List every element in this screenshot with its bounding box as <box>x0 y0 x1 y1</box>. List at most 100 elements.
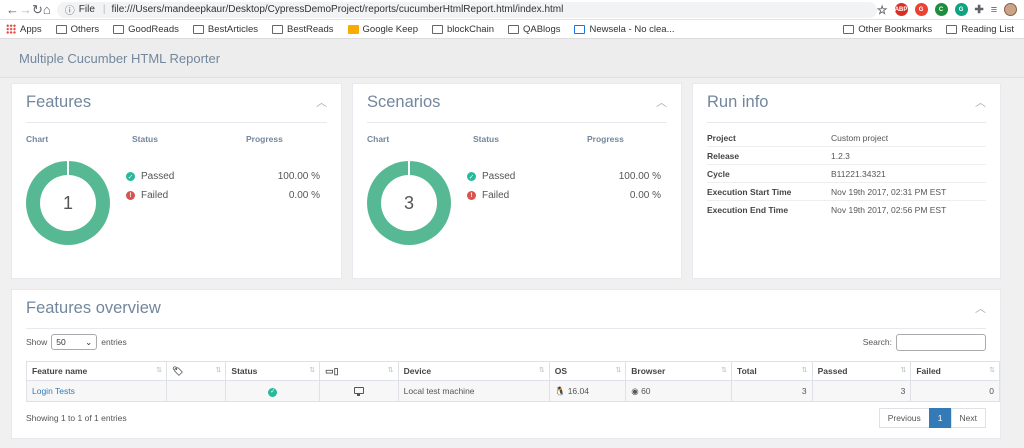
title-divider <box>26 328 986 329</box>
google-extension-icon[interactable]: G <box>914 3 928 16</box>
sort-icon: ⇅ <box>215 366 222 374</box>
linux-icon: 🐧 <box>554 385 566 396</box>
chrome-icon: ◉ <box>631 385 639 396</box>
puzzle-extensions-icon[interactable]: ✚ <box>975 3 984 16</box>
show-label: Show <box>26 337 48 347</box>
browser-toolbar: ← → ↻ ⌂ ⓘ File | file:///Users/mandeepka… <box>0 0 1024 20</box>
run-info-key: Execution End Time <box>707 205 789 215</box>
next-button[interactable]: Next <box>950 408 986 428</box>
overview-title: Features overview <box>26 299 161 317</box>
cell-os: 🐧 16.04 <box>548 380 627 402</box>
scenarios-panel: Scenarios ︿ Chart Status Progress 3 ✓ Pa… <box>352 83 682 279</box>
collapse-chevron-icon[interactable]: ︿ <box>316 94 327 110</box>
sort-icon: ⇅ <box>309 367 316 374</box>
bookmark-google-keep[interactable]: Google Keep <box>347 24 418 35</box>
run-info-key: Execution Start Time <box>707 186 792 197</box>
col-total[interactable]: Total ⇅ <box>731 361 813 381</box>
cell-status: ✓ <box>225 380 321 402</box>
keep-icon <box>347 24 359 34</box>
features-overview-panel: Features overview ︿ Show 50 ⌄ entries Se… <box>11 289 1001 439</box>
table-footer: Showing 1 to 1 of 1 entries Previous 1 N… <box>26 408 986 428</box>
col-feature-name[interactable]: Feature name ⇅ <box>26 361 167 381</box>
scenarios-title: Scenarios <box>367 93 441 111</box>
scenarios-passed-row: ✓ Passed 100.00 % <box>467 171 661 182</box>
bookmark-qablogs[interactable]: QABlogs <box>507 24 560 35</box>
col-device-type[interactable]: ▭▯ ⇅ <box>319 361 399 381</box>
entries-value: 50 <box>56 337 66 347</box>
features-count: 1 <box>40 175 96 231</box>
run-info-value: 1.2.3 <box>831 150 850 161</box>
table-header-row: Feature name ⇅ 🏷 ⇅ Status ⇅ ▭▯ ⇅ Device ⇅ OS ⇅… <box>26 361 1000 381</box>
scenarios-count: 3 <box>381 175 437 231</box>
check-circle-icon: ✓ <box>126 172 135 181</box>
table-row: Login Tests ✓ Local test machine 🐧 16.04… <box>26 380 1000 402</box>
failed-label: Failed <box>141 190 169 201</box>
folder-icon <box>843 24 855 34</box>
chart-header: Chart <box>26 134 49 144</box>
col-tags[interactable]: 🏷 ⇅ <box>165 361 227 381</box>
address-separator: | <box>102 4 106 15</box>
col-passed[interactable]: Passed ⇅ <box>811 361 912 381</box>
feature-link[interactable]: Login Tests <box>32 386 75 396</box>
media-queue-icon[interactable]: ≡ <box>991 3 997 16</box>
col-device[interactable]: Device ⇅ <box>397 361 550 381</box>
profile-avatar[interactable] <box>1004 3 1018 16</box>
run-info-row-start: Execution Start Time Nov 19th 2017, 02:3… <box>707 183 986 201</box>
folder-icon <box>113 24 125 34</box>
bookmark-newsela[interactable]: Newsela - No clea... <box>574 24 675 35</box>
page-1-button[interactable]: 1 <box>928 408 952 428</box>
bookmark-others[interactable]: Others <box>55 24 99 35</box>
bookmarks-right: Other Bookmarks Reading List <box>843 24 1018 35</box>
col-os[interactable]: OS ⇅ <box>548 361 627 381</box>
sort-icon: ⇅ <box>900 367 907 374</box>
col-status[interactable]: Status ⇅ <box>225 361 321 381</box>
app-header: Multiple Cucumber HTML Reporter <box>0 39 1024 78</box>
collapse-chevron-icon[interactable]: ︿ <box>975 300 986 316</box>
back-arrow-icon[interactable]: ← <box>6 1 19 19</box>
features-table: Feature name ⇅ 🏷 ⇅ Status ⇅ ▭▯ ⇅ Device ⇅ OS ⇅… <box>26 361 1000 402</box>
reload-icon[interactable]: ↻ <box>32 1 43 19</box>
bookmark-bestarticles[interactable]: BestArticles <box>192 24 258 35</box>
grammarly-extension-icon[interactable]: G <box>954 3 968 16</box>
c-extension-icon[interactable]: C <box>934 3 948 16</box>
search-input[interactable] <box>896 333 986 351</box>
home-icon[interactable]: ⌂ <box>43 1 51 19</box>
failed-value: 0.00 % <box>629 190 661 201</box>
run-info-row-end: Execution End Time Nov 19th 2017, 02:56 … <box>707 201 986 219</box>
col-browser[interactable]: Browser ⇅ <box>625 361 733 381</box>
bookmark-apps[interactable]: Apps <box>6 24 42 35</box>
forward-arrow-icon[interactable]: → <box>19 1 32 19</box>
progress-header: Progress <box>587 134 624 144</box>
bookmark-star-icon[interactable]: ☆ <box>877 3 888 17</box>
title-divider <box>26 122 327 123</box>
cell-total: 3 <box>731 380 813 402</box>
col-failed[interactable]: Failed ⇅ <box>910 361 1000 381</box>
run-info-key: Release <box>707 150 740 161</box>
extensions-area: ☆ ABP G C G ✚ ≡ ⋮ <box>877 3 1024 17</box>
run-info-key: Project <box>707 132 736 143</box>
other-bookmarks[interactable]: Other Bookmarks <box>843 24 932 35</box>
passed-value: 100.00 % <box>277 171 320 182</box>
entries-select[interactable]: 50 ⌄ <box>51 334 98 350</box>
folder-icon <box>272 24 284 34</box>
title-divider <box>707 122 986 123</box>
status-header: Status <box>473 134 499 144</box>
collapse-chevron-icon[interactable]: ︿ <box>656 94 667 110</box>
run-info-key: Cycle <box>707 168 730 179</box>
bookmark-bestreads[interactable]: BestReads <box>272 24 334 35</box>
cell-failed: 0 <box>910 380 1000 402</box>
abp-extension-icon[interactable]: ABP <box>894 3 908 16</box>
donut-gap <box>408 161 410 175</box>
chart-header: Chart <box>367 134 390 144</box>
failed-value: 0.00 % <box>288 190 320 201</box>
address-bar[interactable]: ⓘ File | file:///Users/mandeepkaur/Deskt… <box>56 1 877 18</box>
bookmark-blockchain[interactable]: blockChain <box>431 24 494 35</box>
bookmark-goodreads[interactable]: GoodReads <box>113 24 179 35</box>
features-passed-row: ✓ Passed 100.00 % <box>126 171 320 182</box>
progress-header: Progress <box>246 134 283 144</box>
collapse-chevron-icon[interactable]: ︿ <box>975 94 986 110</box>
info-icon[interactable]: ⓘ <box>65 2 75 17</box>
reading-list[interactable]: Reading List <box>946 24 1014 35</box>
previous-button[interactable]: Previous <box>878 408 930 428</box>
cell-device-type <box>319 380 399 402</box>
